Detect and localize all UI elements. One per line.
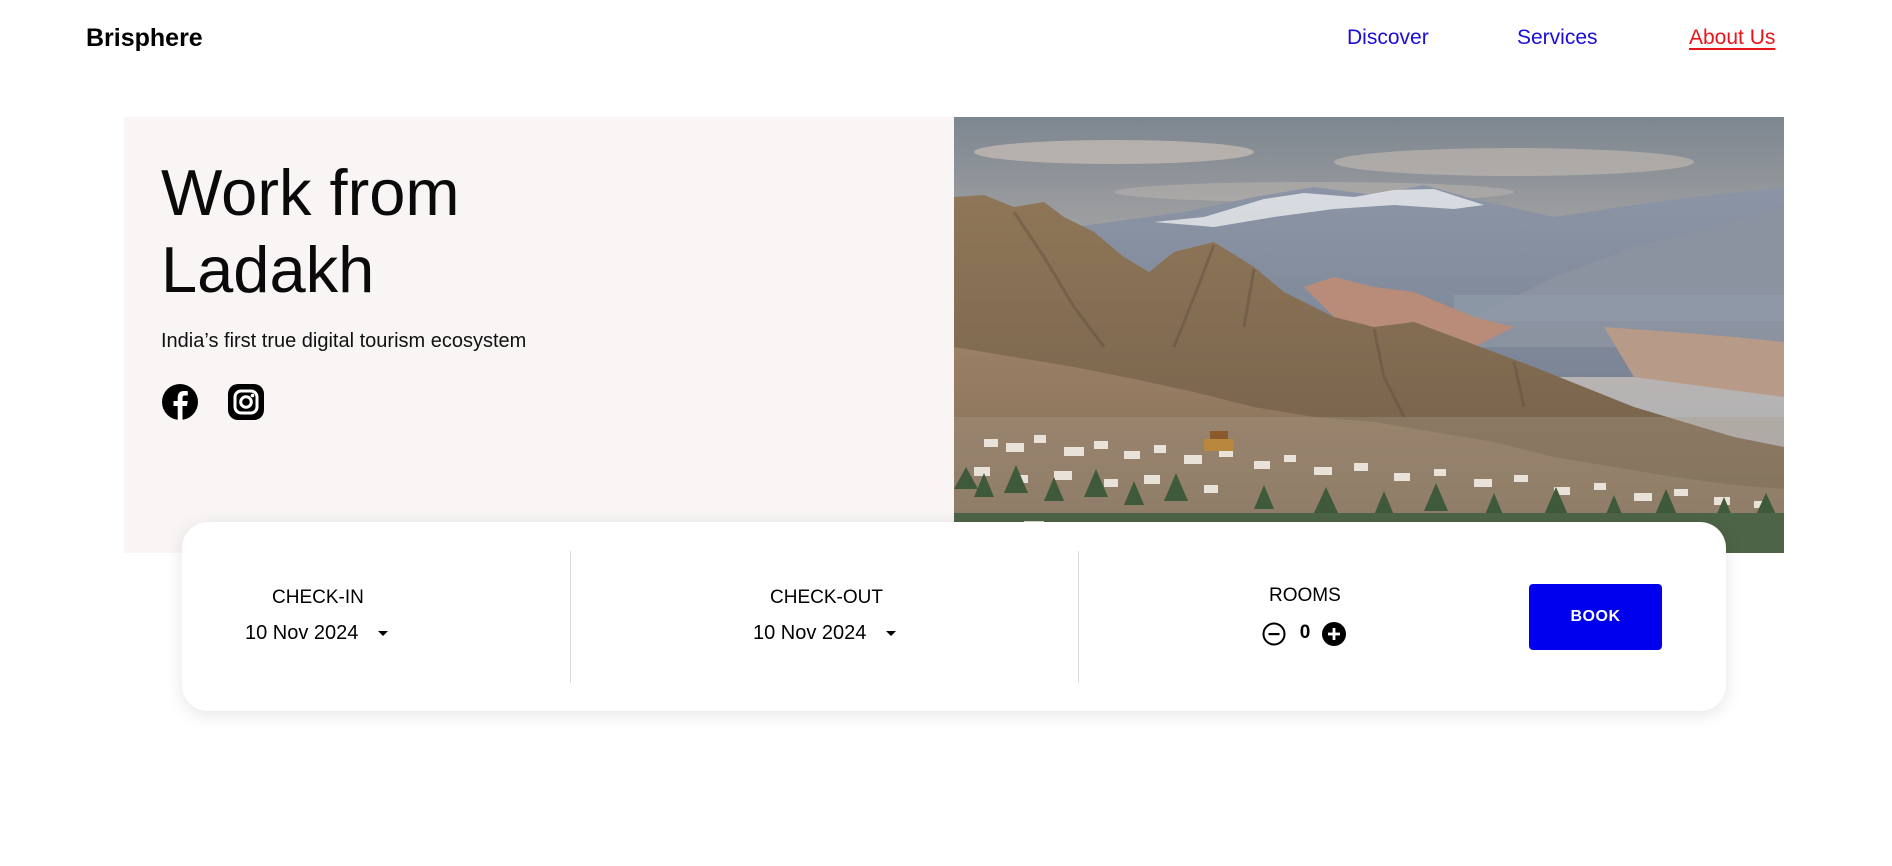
caret-down-icon xyxy=(886,631,897,636)
nav-link-services[interactable]: Services xyxy=(1517,26,1598,50)
hero-title: Work from Ladakh xyxy=(161,156,460,306)
divider xyxy=(570,551,571,683)
checkout-date-select[interactable]: 10 Nov 2024 xyxy=(753,622,897,645)
facebook-icon[interactable] xyxy=(161,383,199,421)
nav-link-about-us[interactable]: About Us xyxy=(1689,26,1775,50)
rooms-count: 0 xyxy=(1299,622,1311,643)
booking-card xyxy=(182,522,1726,711)
caret-down-icon xyxy=(378,631,389,636)
nav-link-discover[interactable]: Discover xyxy=(1347,26,1429,50)
checkout-label: CHECK-OUT xyxy=(770,587,883,608)
checkin-date-value: 10 Nov 2024 xyxy=(245,622,359,644)
decrease-rooms-icon[interactable] xyxy=(1261,621,1287,647)
book-button[interactable]: BOOK xyxy=(1529,584,1662,650)
instagram-icon[interactable] xyxy=(227,383,265,421)
divider xyxy=(1078,551,1079,683)
brand-logo[interactable]: Brisphere xyxy=(86,24,203,53)
checkin-date-select[interactable]: 10 Nov 2024 xyxy=(245,622,389,645)
hero-landscape-image xyxy=(954,117,1784,553)
checkout-date-value: 10 Nov 2024 xyxy=(753,622,867,644)
rooms-label: ROOMS xyxy=(1269,585,1341,606)
checkin-label: CHECK-IN xyxy=(272,587,364,608)
hero-subtitle: India’s first true digital tourism ecosy… xyxy=(161,330,527,352)
increase-rooms-icon[interactable] xyxy=(1321,621,1347,647)
